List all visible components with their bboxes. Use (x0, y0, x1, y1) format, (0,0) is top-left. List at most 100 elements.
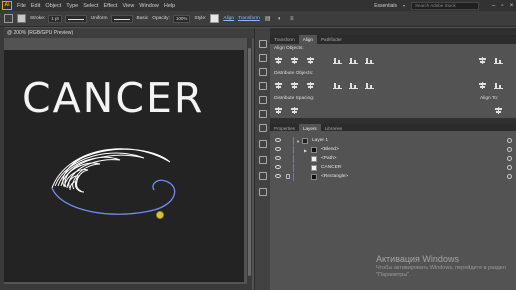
brush-definition[interactable] (110, 14, 133, 23)
chevron-down-icon[interactable]: ▾ (403, 3, 405, 8)
align-button-icon[interactable] (349, 82, 358, 89)
stroke-panel-icon[interactable] (259, 96, 267, 104)
align-button-icon[interactable] (494, 57, 503, 64)
anchor-point[interactable] (155, 210, 164, 219)
menu-icon[interactable]: ≡ (288, 15, 296, 23)
brush-label[interactable]: Basic (137, 16, 149, 21)
gradient-panel-icon[interactable] (259, 110, 267, 118)
visibility-eye-icon[interactable] (275, 138, 281, 142)
artboard-title-text[interactable]: CANCER (22, 74, 204, 122)
layer-row[interactable]: <Rectangle> (270, 173, 516, 181)
visibility-eye-icon[interactable] (275, 147, 281, 151)
layer-name[interactable]: <Rectangle> (321, 174, 348, 179)
target-icon[interactable] (507, 147, 512, 152)
expand-triangle-icon[interactable]: ▶ (304, 148, 307, 153)
expand-triangle-icon[interactable]: ▼ (296, 139, 300, 144)
align-button-icon[interactable] (478, 57, 487, 64)
graphic-style-swatch[interactable] (210, 14, 220, 23)
maximize-icon[interactable]: ▫ (498, 3, 507, 9)
menu-object[interactable]: Object (45, 3, 61, 9)
layer-name[interactable]: Layer 1 (312, 138, 328, 143)
color-panel-icon[interactable] (259, 40, 267, 48)
workspace-switcher[interactable]: Essentials (374, 3, 397, 9)
align-button-icon[interactable] (349, 57, 358, 64)
document-tab[interactable]: @ 200% (RGB/GPU Preview) (4, 28, 258, 38)
close-icon[interactable]: × (507, 3, 516, 9)
menu-select[interactable]: Select (83, 3, 98, 9)
menu-window[interactable]: Window (139, 3, 159, 9)
menu-effect[interactable]: Effect (104, 3, 118, 9)
blend-outer-stroke (51, 148, 171, 189)
align-button-icon[interactable] (333, 57, 342, 64)
opacity-label[interactable]: Opacity: (152, 16, 170, 21)
variable-width-profile[interactable] (64, 14, 87, 23)
align-button-icon[interactable] (274, 82, 283, 89)
align-button-icon[interactable] (494, 107, 503, 114)
transform-link[interactable]: Transform (238, 16, 260, 21)
arrange-icon[interactable]: ▤ (264, 15, 272, 23)
fill-swatch[interactable] (4, 14, 13, 23)
layer-name[interactable]: <Blend> (321, 147, 339, 152)
menu-type[interactable]: Type (66, 3, 78, 9)
swatches-panel-icon[interactable] (259, 54, 267, 62)
vertical-scroll-thumb[interactable] (248, 48, 251, 276)
visibility-eye-icon[interactable] (275, 174, 281, 178)
path-thumbnail (311, 156, 317, 162)
recolor-icon[interactable]: ◐ (276, 15, 284, 23)
opacity-field[interactable]: 100% (172, 14, 191, 23)
menu-view[interactable]: View (122, 3, 134, 9)
profile-label[interactable]: Uniform (91, 16, 108, 21)
transparency-panel-icon[interactable] (259, 124, 267, 132)
target-icon[interactable] (507, 138, 512, 143)
align-button-icon[interactable] (365, 57, 374, 64)
activation-title: Активация Windows (376, 254, 459, 264)
tab-align[interactable]: Align (298, 35, 317, 44)
layer-row[interactable]: <Path> (270, 155, 516, 163)
visibility-eye-icon[interactable] (275, 165, 281, 169)
paragraph-panel-icon[interactable] (259, 188, 267, 196)
symbols-panel-icon[interactable] (259, 82, 267, 90)
align-button-icon[interactable] (290, 82, 299, 89)
blend-stroke (57, 156, 121, 189)
tab-pathfinder[interactable]: Pathfinder (317, 35, 346, 44)
target-icon[interactable] (507, 165, 512, 170)
layer-name[interactable]: CANCER (321, 165, 341, 170)
brushes-panel-icon[interactable] (259, 68, 267, 76)
align-panel: Align Objects: Distribute Objects: Distr… (270, 44, 516, 118)
align-button-icon[interactable] (365, 82, 374, 89)
menu-file[interactable]: File (17, 3, 26, 9)
layer-row[interactable]: ▼ Layer 1 (270, 137, 516, 145)
tab-transform[interactable]: Transform (270, 35, 299, 44)
stroke-swatch[interactable] (17, 14, 26, 23)
align-button-icon[interactable] (274, 57, 283, 64)
align-button-icon[interactable] (274, 107, 283, 114)
horizontal-scrollbar[interactable] (4, 284, 252, 290)
menu-bar: Ai File Edit Object Type Select Effect V… (0, 0, 516, 11)
align-button-icon[interactable] (290, 107, 299, 114)
align-objects-label: Align Objects: (274, 46, 304, 51)
align-button-icon[interactable] (478, 82, 487, 89)
target-icon[interactable] (507, 174, 512, 179)
align-button-icon[interactable] (306, 82, 315, 89)
stroke-weight-field[interactable]: 1 pt (48, 14, 62, 23)
character-panel-icon[interactable] (259, 172, 267, 180)
lock-icon[interactable] (286, 174, 290, 179)
target-icon[interactable] (507, 156, 512, 161)
layer-row[interactable]: ▶ <Blend> (270, 146, 516, 154)
appearance-panel-icon[interactable] (259, 140, 267, 148)
align-button-icon[interactable] (333, 82, 342, 89)
stock-search-input[interactable]: Search Adobe Stock (411, 1, 479, 10)
menu-edit[interactable]: Edit (31, 3, 40, 9)
visibility-eye-icon[interactable] (275, 156, 281, 160)
align-link[interactable]: Align (223, 16, 234, 21)
control-bar: Stroke: 1 pt Uniform Basic Opacity: 100%… (0, 11, 516, 27)
align-button-icon[interactable] (290, 57, 299, 64)
align-button-icon[interactable] (306, 57, 315, 64)
minimize-icon[interactable]: – (489, 3, 498, 9)
blend-object[interactable] (51, 148, 171, 193)
align-button-icon[interactable] (494, 82, 503, 89)
menu-help[interactable]: Help (164, 3, 175, 9)
layer-row[interactable]: CANCER (270, 164, 516, 172)
layer-name[interactable]: <Path> (321, 156, 336, 161)
graphic-styles-panel-icon[interactable] (259, 156, 267, 164)
